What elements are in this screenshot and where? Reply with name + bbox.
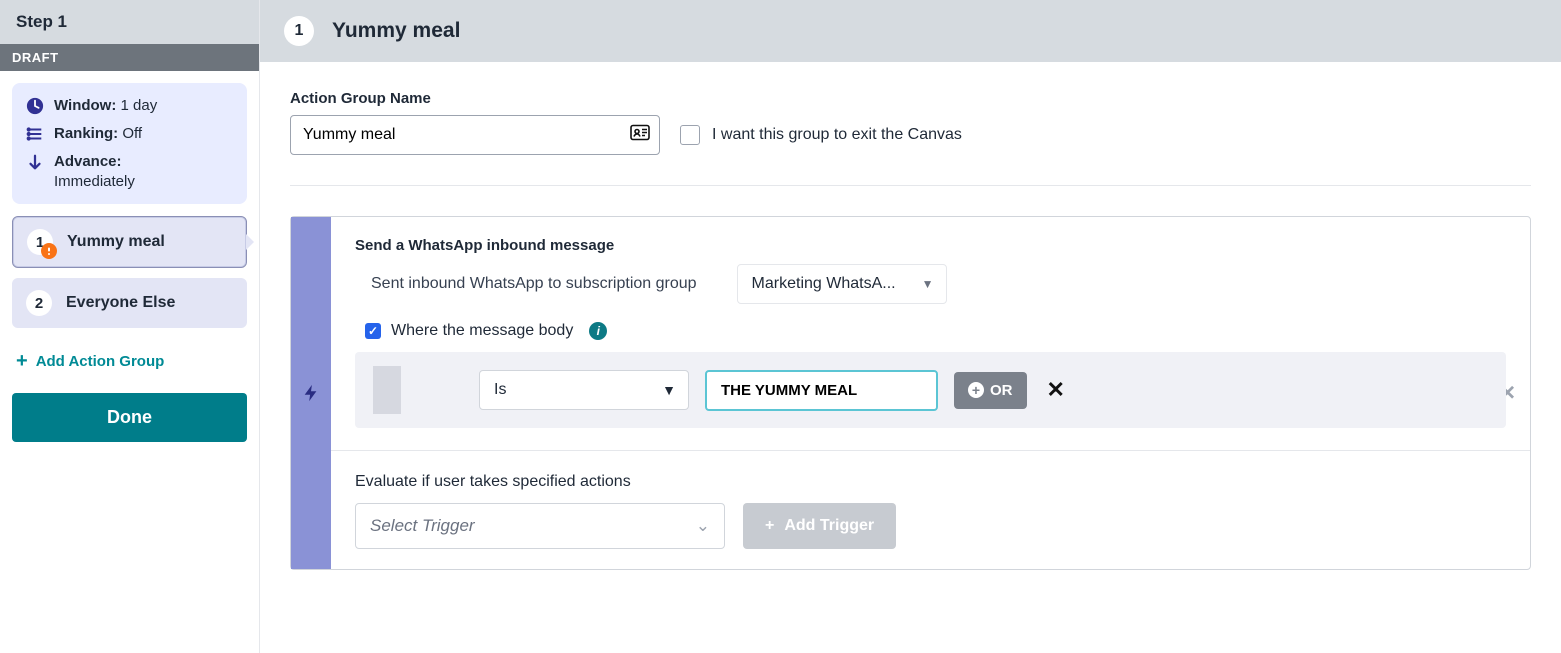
action-title-2: Everyone Else [66, 294, 175, 312]
select-trigger-placeholder: Select Trigger [370, 516, 475, 535]
advance-value: Immediately [54, 173, 233, 190]
trigger-strip [291, 217, 331, 569]
action-title-1: Yummy meal [67, 233, 165, 251]
lightning-icon [302, 384, 320, 402]
ranking-label: Ranking: [54, 125, 118, 142]
plus-icon: + [765, 517, 774, 535]
or-label: OR [990, 382, 1013, 399]
draft-badge: DRAFT [0, 44, 259, 71]
ranking-value: Off [122, 125, 142, 142]
done-button[interactable]: Done [12, 393, 247, 442]
add-trigger-button[interactable]: + Add Trigger [743, 503, 896, 549]
trigger-desc: Sent inbound WhatsApp to subscription gr… [371, 275, 697, 293]
add-trigger-label: Add Trigger [784, 517, 874, 535]
info-card: Window: 1 day Ranking: Off Advance: Imme… [12, 83, 247, 204]
clock-icon [26, 97, 44, 115]
exit-canvas-label: I want this group to exit the Canvas [712, 126, 962, 144]
condition-value-input[interactable] [705, 370, 938, 411]
action-number-2: 2 [26, 290, 52, 316]
exit-canvas-checkbox[interactable] [680, 125, 700, 145]
subscription-group-value: Marketing WhatsA... [752, 275, 896, 292]
subscription-group-select[interactable]: Marketing WhatsA... ▼ [737, 264, 947, 304]
or-button[interactable]: + OR [954, 372, 1027, 409]
plus-circle-icon: + [968, 382, 984, 398]
header-number: 1 [284, 16, 314, 46]
body-filter-checkbox[interactable] [365, 323, 381, 339]
header-title: Yummy meal [332, 19, 460, 43]
chevron-down-icon: ▼ [662, 382, 676, 398]
action-item-everyone-else[interactable]: 2 Everyone Else [12, 278, 247, 328]
operator-select[interactable]: Is ▼ [479, 370, 689, 410]
main-panel: 1 Yummy meal Action Group Name I want th… [260, 0, 1561, 653]
action-group-name-label: Action Group Name [290, 90, 1531, 107]
main-header: 1 Yummy meal [260, 0, 1561, 62]
condition-block: Is ▼ + OR ✕ [355, 352, 1506, 428]
trigger-card: ✕ Send a WhatsApp inbound message Sent i… [290, 216, 1531, 570]
add-action-group-button[interactable]: + Add Action Group [0, 338, 259, 385]
action-item-yummy-meal[interactable]: 1 Yummy meal [12, 216, 247, 268]
action-number-1: 1 [27, 229, 53, 255]
selected-arrow-icon [246, 234, 254, 250]
body-filter-label: Where the message body [391, 322, 573, 340]
ranking-icon [26, 125, 44, 143]
divider [290, 185, 1531, 186]
window-label: Window: [54, 97, 116, 114]
warn-badge-icon [41, 243, 57, 259]
advance-arrow-icon [26, 153, 44, 171]
plus-icon: + [16, 350, 28, 373]
operator-value: Is [494, 381, 506, 398]
chevron-down-icon: ⌄ [696, 516, 710, 536]
action-group-name-input[interactable] [290, 115, 660, 155]
id-card-icon [630, 125, 650, 146]
remove-condition-icon[interactable]: ✕ [1047, 377, 1065, 403]
trigger-divider [331, 450, 1530, 451]
step-header: Step 1 [0, 0, 259, 44]
add-action-group-label: Add Action Group [36, 353, 165, 370]
window-value: 1 day [121, 97, 158, 114]
eval-label: Evaluate if user takes specified actions [355, 473, 1506, 491]
chevron-down-icon: ▼ [922, 277, 934, 291]
trigger-title: Send a WhatsApp inbound message [355, 237, 1506, 254]
drag-handle[interactable] [373, 366, 401, 414]
info-icon[interactable]: i [589, 322, 607, 340]
sidebar: Step 1 DRAFT Window: 1 day Ranking: Off … [0, 0, 260, 653]
select-trigger-dropdown[interactable]: Select Trigger ⌄ [355, 503, 725, 549]
advance-label: Advance: [54, 153, 122, 170]
